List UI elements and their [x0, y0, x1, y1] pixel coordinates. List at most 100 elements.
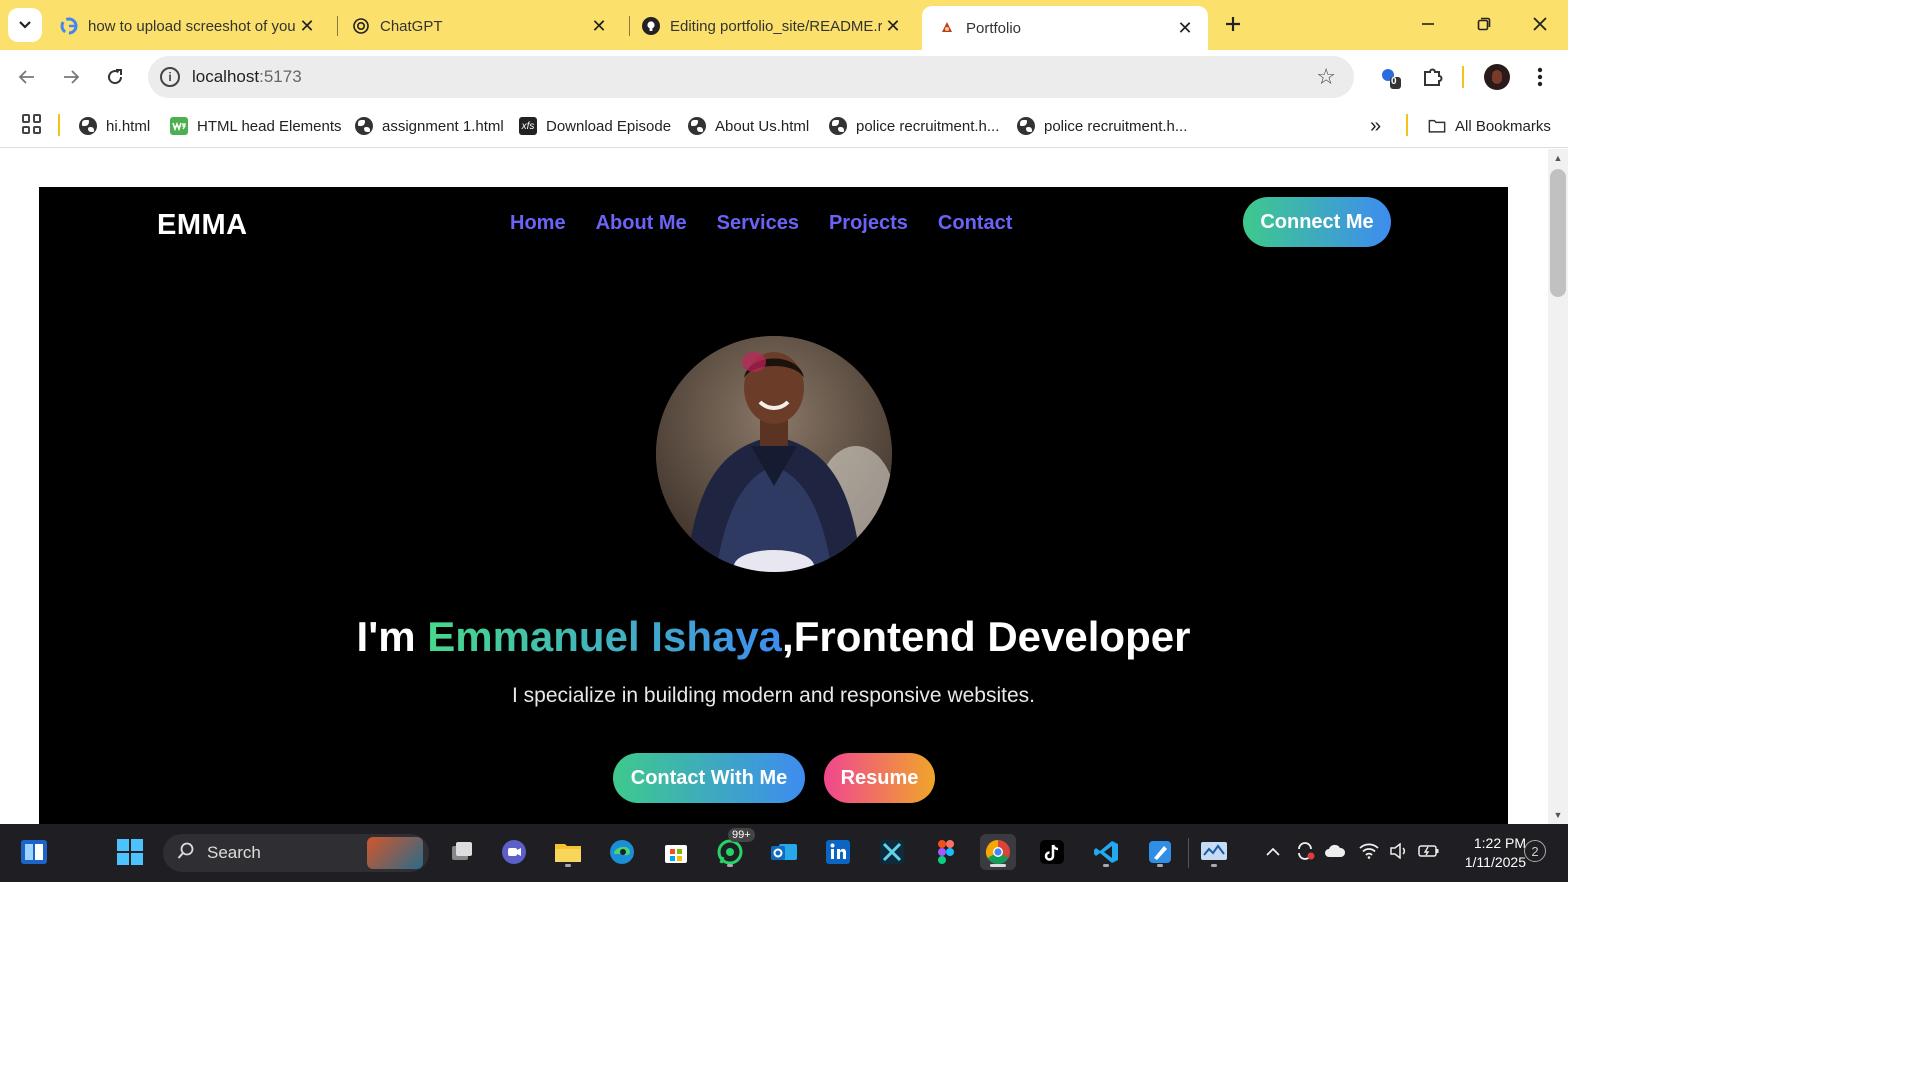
tab-chatgpt[interactable]: ChatGPT ✕ [336, 6, 622, 46]
start-windows-icon[interactable] [112, 834, 148, 870]
bookmark-download-episode[interactable]: xfs Download Episode [519, 113, 671, 139]
bookmark-star-icon[interactable]: ☆ [1316, 64, 1336, 90]
resume-button[interactable]: Resume [824, 753, 935, 803]
onedrive-cloud-icon[interactable] [1320, 844, 1350, 863]
all-bookmarks-button[interactable]: All Bookmarks [1428, 113, 1551, 139]
site-info-icon[interactable]: i [160, 67, 180, 87]
battery-icon[interactable] [1414, 844, 1444, 863]
microsoft-store-icon[interactable] [658, 834, 694, 870]
close-window-button[interactable] [1520, 8, 1560, 40]
tab-github[interactable]: Editing portfolio_site/README.r ✕ [626, 6, 916, 46]
tab-google-search[interactable]: how to upload screeshot of you ✕ [44, 6, 330, 46]
figma-icon[interactable] [928, 834, 964, 870]
bookmark-about-us[interactable]: About Us.html [688, 113, 809, 139]
bookmark-label: All Bookmarks [1455, 117, 1551, 135]
tab-title: Editing portfolio_site/README.r [670, 17, 882, 35]
extension-button[interactable]: 0 [1376, 64, 1404, 92]
browser-menu-button[interactable] [1528, 64, 1552, 90]
profile-photo [656, 336, 892, 572]
avatar-face [1492, 70, 1502, 84]
volume-icon[interactable] [1384, 841, 1414, 864]
edge-browser-icon[interactable] [604, 834, 640, 870]
teams-chat-icon[interactable] [496, 834, 532, 870]
bookmark-divider [58, 114, 60, 136]
globe-icon [829, 117, 847, 135]
whatsapp-badge: 99+ [728, 828, 755, 842]
tab-search-button[interactable] [8, 8, 42, 42]
close-icon [1533, 17, 1547, 31]
taskbar-search[interactable]: Search [163, 834, 429, 872]
globe-icon [688, 117, 706, 135]
url-text[interactable]: localhost:5173 [192, 67, 302, 87]
bookmarks-overflow-button[interactable]: » [1370, 113, 1381, 139]
tab-title: Portfolio [966, 19, 1022, 37]
widgets-icon[interactable] [16, 834, 52, 870]
notification-badge[interactable]: 2 [1524, 840, 1546, 862]
search-placeholder: Search [207, 843, 261, 862]
capcut-icon[interactable] [874, 834, 910, 870]
connect-me-button[interactable]: Connect Me [1243, 197, 1391, 247]
bookmark-assignment-1[interactable]: assignment 1.html [355, 113, 504, 139]
clock-time: 1:22 PM [1473, 835, 1526, 851]
nav-services[interactable]: Services [717, 212, 799, 235]
folder-icon [1428, 117, 1446, 135]
address-bar[interactable]: i localhost:5173 ☆ [148, 56, 1354, 98]
site-logo[interactable]: EMMA [157, 209, 248, 242]
bookmark-label: police recruitment.h... [1044, 117, 1188, 135]
close-icon[interactable]: ✕ [588, 15, 610, 37]
task-manager-icon[interactable] [1196, 834, 1232, 870]
reload-button[interactable] [100, 62, 130, 92]
file-explorer-icon[interactable] [550, 834, 586, 870]
sync-icon[interactable] [1290, 841, 1320, 866]
headline-suffix: ,Frontend Developer [782, 613, 1191, 660]
headline-prefix: I'm [356, 613, 428, 660]
taskbar-clock[interactable]: 1:22 PM 1/11/2025 [1446, 834, 1526, 872]
close-icon[interactable]: ✕ [882, 15, 904, 37]
chevron-up-icon[interactable] [1262, 844, 1284, 862]
taskbar-divider [1188, 838, 1189, 868]
vscode-icon[interactable] [1088, 834, 1124, 870]
wifi-icon[interactable] [1354, 843, 1384, 864]
restore-button[interactable] [1464, 8, 1504, 40]
puzzle-icon [1424, 68, 1443, 86]
github-icon [642, 17, 660, 35]
bookmark-html-head-elements[interactable]: HTML head Elements [170, 113, 342, 139]
scroll-up-arrow-icon[interactable]: ▲ [1553, 153, 1563, 163]
tab-portfolio[interactable]: Portfolio ✕ [922, 6, 1208, 50]
more-vertical-icon [1537, 67, 1543, 87]
scroll-thumb[interactable] [1550, 169, 1566, 297]
apps-grid-icon[interactable] [22, 114, 42, 134]
w3schools-icon [170, 117, 188, 135]
chrome-icon[interactable] [980, 834, 1016, 870]
nav-home[interactable]: Home [510, 212, 566, 235]
close-icon[interactable]: ✕ [1174, 17, 1196, 39]
bookmark-police-recruitment-1[interactable]: police recruitment.h... [829, 113, 999, 139]
extensions-menu-button[interactable] [1420, 64, 1446, 90]
nav-projects[interactable]: Projects [829, 212, 908, 235]
whatsapp-icon[interactable]: 99+ [712, 828, 755, 870]
scroll-down-arrow-icon[interactable]: ▼ [1553, 810, 1563, 820]
outlook-icon[interactable] [766, 834, 802, 870]
globe-icon [1017, 117, 1035, 135]
plus-icon [1226, 17, 1240, 31]
bookmark-hi-html[interactable]: hi.html [79, 113, 150, 139]
nav-about-me[interactable]: About Me [596, 212, 687, 235]
back-button[interactable] [12, 62, 42, 92]
tiktok-icon[interactable] [1034, 834, 1070, 870]
contact-with-me-button[interactable]: Contact With Me [613, 753, 805, 803]
system-tray [1262, 824, 1444, 882]
bookmark-label: About Us.html [715, 117, 810, 135]
nav-contact[interactable]: Contact [938, 212, 1012, 235]
xfs-icon: xfs [519, 117, 537, 135]
forward-button[interactable] [56, 62, 86, 92]
paint-app-icon[interactable] [1142, 834, 1178, 870]
profile-avatar[interactable] [1484, 64, 1510, 90]
linkedin-icon[interactable] [820, 834, 856, 870]
close-icon[interactable]: ✕ [296, 15, 318, 37]
minimize-button[interactable] [1408, 8, 1448, 40]
page-scrollbar[interactable]: ▲ ▼ [1548, 149, 1568, 824]
globe-icon [355, 117, 373, 135]
bookmark-police-recruitment-2[interactable]: police recruitment.h... [1017, 113, 1187, 139]
task-view-icon[interactable] [444, 834, 480, 870]
new-tab-button[interactable] [1220, 10, 1246, 38]
